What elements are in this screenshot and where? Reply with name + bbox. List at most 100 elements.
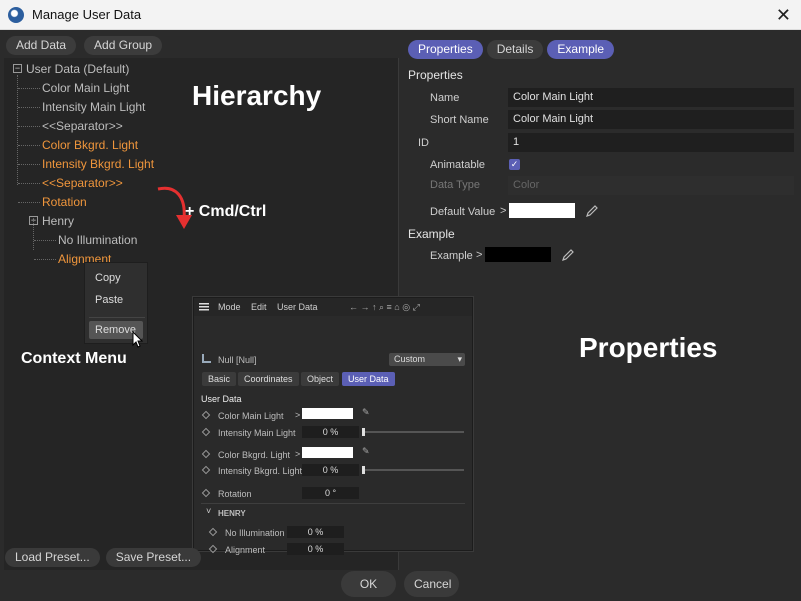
am-label: Color Bkgrd. Light (218, 450, 291, 460)
am-label: Color Main Light (218, 411, 284, 421)
data-type-label: Data Type (430, 179, 480, 191)
am-slider-knob[interactable] (362, 428, 365, 436)
add-group-button[interactable]: Add Group (84, 36, 163, 55)
chevron-down-icon: ▾ (457, 354, 462, 364)
properties-section-title: Properties (408, 68, 463, 82)
short-name-field[interactable]: Color Main Light (508, 110, 794, 129)
tab-example[interactable]: Example (547, 40, 615, 59)
data-type-field: Color (508, 176, 794, 195)
am-section-title: User Data (201, 394, 242, 404)
chevron-right-icon[interactable]: > (295, 449, 300, 459)
property-tabs: Properties Details Example (408, 40, 615, 59)
copy-menu-item[interactable]: Copy (95, 272, 121, 284)
load-preset-button[interactable]: Load Preset... (5, 548, 100, 567)
am-tab-object[interactable]: Object (301, 372, 340, 386)
am-menu-edit[interactable]: Edit (251, 302, 267, 312)
chevron-right-icon[interactable]: > (500, 205, 506, 217)
am-value-field[interactable]: 0 ° (302, 487, 359, 499)
shortcut-label: + Cmd/Ctrl (185, 203, 267, 220)
eyedropper-icon[interactable] (585, 203, 600, 218)
collapse-toggle-icon[interactable]: − (29, 216, 38, 225)
tree-item[interactable]: Color Main Light (42, 81, 129, 95)
dialog-buttons: OK Cancel (341, 571, 459, 597)
name-label: Name (430, 92, 460, 104)
hierarchy-label: Hierarchy (192, 80, 322, 111)
mouse-cursor-icon (132, 331, 144, 348)
am-slider[interactable] (362, 469, 464, 471)
am-label: Intensity Main Light (218, 428, 296, 438)
cancel-button[interactable]: Cancel (404, 571, 459, 597)
context-menu-label: Context Menu (21, 350, 127, 367)
eyedropper-icon[interactable] (561, 247, 576, 262)
keyframe-icon[interactable] (201, 449, 211, 459)
eyedropper-icon[interactable]: ✎ (362, 446, 370, 457)
dialog-body: Add Data Add Group − User Data (Default)… (0, 30, 801, 601)
example-color-swatch[interactable] (485, 247, 551, 262)
preset-buttons: Load Preset... Save Preset... (5, 548, 202, 567)
tree-item[interactable]: Henry (42, 214, 74, 228)
am-nav-icons[interactable]: ← → ↑ ⌕ ≡ ⌂ ◎ ⤢ (349, 302, 420, 313)
am-group-label[interactable]: HENRY (218, 509, 246, 518)
am-menu-mode[interactable]: Mode (218, 302, 241, 312)
default-color-swatch[interactable] (509, 203, 575, 218)
app-icon (8, 6, 24, 23)
keyframe-icon[interactable] (201, 410, 211, 420)
tree-item[interactable]: Color Bkgrd. Light (42, 138, 138, 152)
am-color-swatch[interactable] (302, 408, 353, 419)
keyframe-icon[interactable] (208, 527, 218, 537)
keyframe-icon[interactable] (201, 488, 211, 498)
am-value-field[interactable]: 0 % (287, 526, 344, 538)
save-preset-button[interactable]: Save Preset... (105, 548, 202, 567)
tab-properties[interactable]: Properties (408, 40, 483, 59)
eyedropper-icon[interactable]: ✎ (362, 407, 370, 418)
keyframe-icon[interactable] (201, 427, 211, 437)
am-tab-user-data[interactable]: User Data (342, 372, 395, 386)
animatable-checkbox[interactable]: ✓ (509, 159, 520, 170)
tree-item[interactable]: No Illumination (58, 233, 137, 247)
menu-divider (89, 317, 145, 318)
paste-menu-item[interactable]: Paste (95, 294, 123, 306)
remove-menu-item[interactable]: Remove (95, 324, 136, 336)
am-value-field[interactable]: 0 % (302, 426, 359, 438)
id-field[interactable]: 1 (508, 133, 794, 152)
tree-item[interactable]: <<Separator>> (42, 176, 123, 190)
chevron-right-icon[interactable]: > (476, 249, 482, 261)
collapse-toggle-icon[interactable]: − (13, 64, 22, 73)
am-dropdown[interactable]: Custom ▾ (389, 353, 465, 366)
chevron-right-icon[interactable]: > (295, 410, 300, 420)
am-label: Alignment (225, 545, 266, 555)
keyframe-icon[interactable] (201, 465, 211, 475)
ok-button[interactable]: OK (341, 571, 396, 597)
am-slider[interactable] (362, 431, 464, 433)
hamburger-icon[interactable] (199, 303, 209, 311)
group-divider (201, 503, 465, 504)
am-menu-bar: Mode Edit User Data ← → ↑ ⌕ ≡ ⌂ ◎ ⤢ (194, 298, 472, 316)
tree-item[interactable]: Intensity Bkgrd. Light (42, 157, 154, 171)
am-slider-knob[interactable] (362, 466, 365, 474)
add-data-button[interactable]: Add Data (6, 36, 77, 55)
am-label: No Illumination (225, 528, 285, 538)
attribute-manager-preview: Mode Edit User Data ← → ↑ ⌕ ≡ ⌂ ◎ ⤢ Null… (193, 297, 473, 555)
tree-root[interactable]: User Data (Default) (26, 62, 129, 76)
id-label: ID (418, 137, 429, 149)
am-label: Intensity Bkgrd. Light (218, 466, 303, 476)
name-field[interactable]: Color Main Light (508, 88, 794, 107)
close-icon[interactable]: ✕ (776, 5, 791, 26)
chevron-down-icon[interactable]: ˅ (206, 506, 211, 516)
am-value-field[interactable]: 0 % (302, 464, 359, 476)
default-value-label: Default Value (430, 206, 496, 218)
null-object-icon (202, 354, 211, 363)
am-menu-user-data[interactable]: User Data (277, 302, 318, 312)
am-value-field[interactable]: 0 % (287, 543, 344, 555)
example-section-title: Example (408, 227, 455, 241)
am-tab-basic[interactable]: Basic (202, 372, 237, 386)
tree-item[interactable]: <<Separator>> (42, 119, 123, 133)
tree-item[interactable]: Rotation (42, 195, 87, 209)
am-object-name: Null [Null] (218, 355, 257, 365)
context-menu: Copy Paste Remove (84, 262, 148, 348)
am-color-swatch[interactable] (302, 447, 353, 458)
tree-item[interactable]: Intensity Main Light (42, 100, 145, 114)
am-tab-coordinates[interactable]: Coordinates (238, 372, 299, 386)
tab-details[interactable]: Details (486, 40, 544, 59)
tree-toolbar: Add Data Add Group (6, 36, 163, 55)
